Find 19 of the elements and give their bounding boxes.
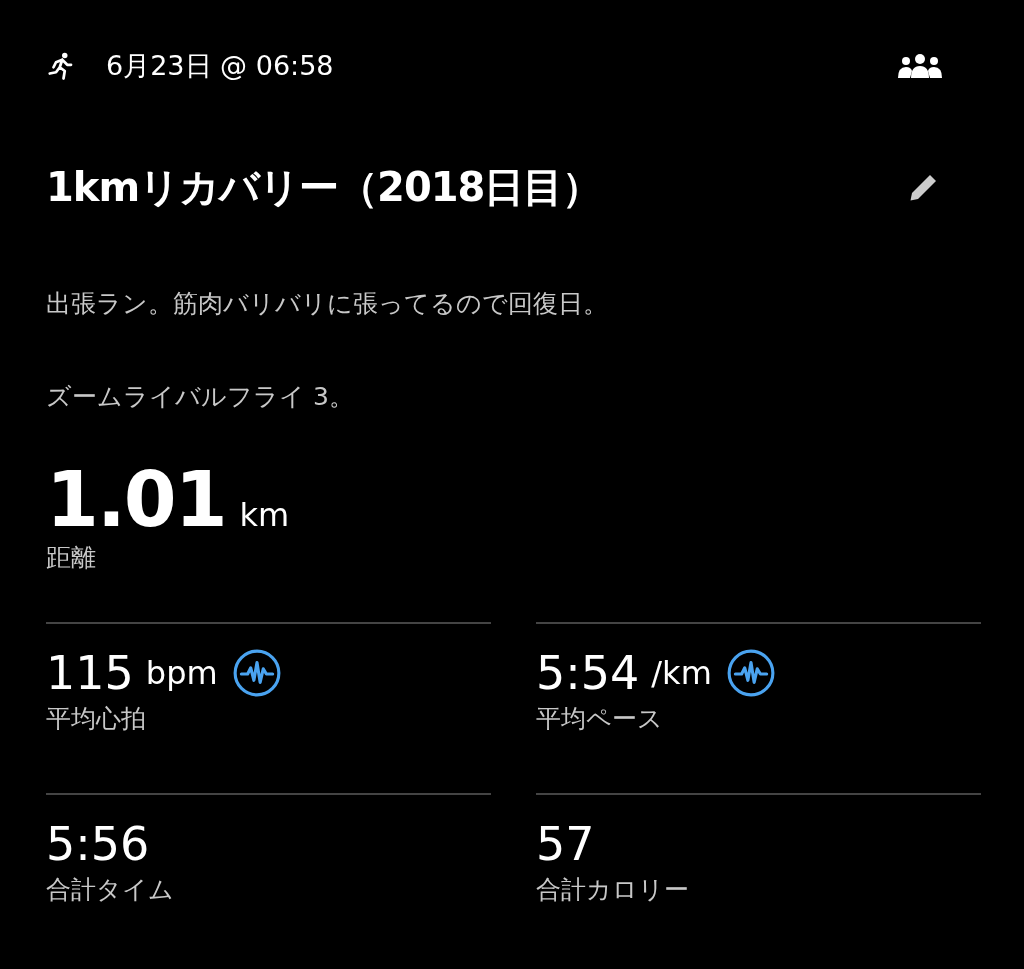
stat-label: 平均ペース: [536, 703, 663, 735]
stat-unit: bpm: [145, 654, 218, 692]
stat-value: 57: [536, 817, 595, 871]
stat-label: 合計カロリー: [536, 874, 689, 906]
distance-value: 1.01: [46, 455, 226, 544]
stat-label: 合計タイム: [46, 874, 174, 906]
stat-value: 115: [46, 646, 134, 700]
pulse-icon[interactable]: [231, 648, 282, 698]
description-text: 出張ラン。筋肉バリバリに張ってるので回復日。: [46, 288, 609, 320]
stat-value: 5:54: [536, 646, 640, 700]
stat-value: 5:56: [46, 817, 150, 871]
stat-label: 平均心拍: [46, 703, 146, 735]
pulse-icon[interactable]: [725, 648, 776, 698]
distance-label: 距離: [46, 542, 96, 574]
activity-title: 1kmリカバリー（2018日目）: [46, 162, 602, 212]
description-text: ズームライバルフライ 3。: [46, 381, 355, 413]
stat-unit: /km: [651, 654, 712, 692]
activity-date: 6月23日 @ 06:58: [106, 49, 334, 83]
distance-unit: km: [239, 496, 290, 534]
